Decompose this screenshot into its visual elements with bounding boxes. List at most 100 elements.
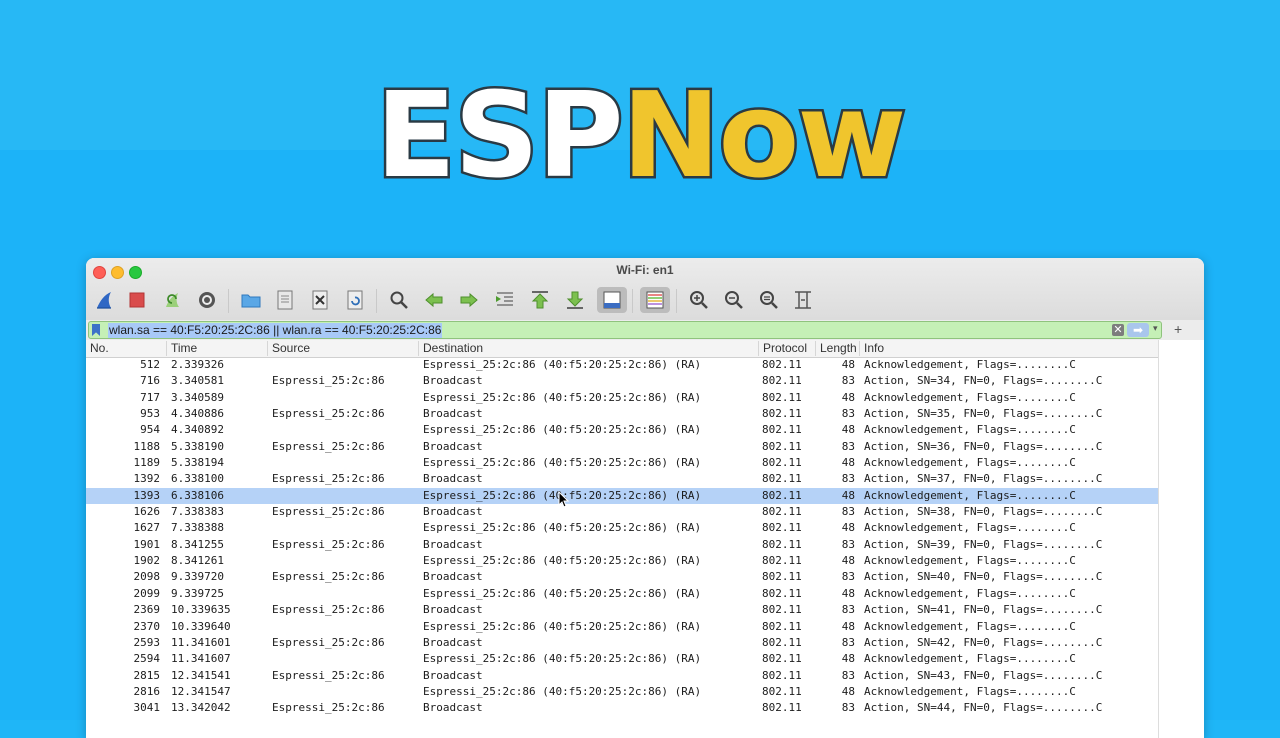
main-toolbar	[92, 287, 1192, 315]
packet-time: 12.341547	[171, 684, 231, 698]
packet-protocol: 802.11	[762, 423, 802, 437]
forward-arrow-icon[interactable]	[456, 287, 482, 313]
packet-protocol: 802.11	[762, 586, 802, 600]
toolbar-separator	[632, 289, 633, 313]
packet-row[interactable]: 1393 6.338106 Espressi_25:2c:86 (40:f5:20:…	[86, 487, 1158, 505]
last-packet-icon[interactable]	[562, 287, 588, 313]
stop-icon[interactable]	[124, 287, 150, 313]
packet-list-side-panel	[1158, 340, 1190, 738]
packet-row[interactable]: 1392 6.338100 Espressi_25:2c:86 Broadcast 80…	[86, 471, 1158, 487]
packet-protocol: 802.11	[762, 488, 802, 502]
packet-number: 1188	[133, 439, 161, 453]
packet-row[interactable]: 512 2.339326 Espressi_25:2c:86 (40:f5:20:2…	[86, 357, 1158, 373]
column-header-protocol[interactable]: Protocol	[758, 341, 815, 356]
packet-length: 83	[841, 537, 855, 551]
packet-row[interactable]: 1627 7.338388 Espressi_25:2c:86 (40:f5:20:…	[86, 520, 1158, 536]
packet-source: Espressi_25:2c:86	[272, 472, 385, 486]
packet-list-scrollbar[interactable]	[1189, 340, 1204, 738]
packet-number: 2593	[133, 635, 161, 649]
packet-info: Action, SN=44, FN=0, Flags=........C	[864, 701, 1103, 715]
autoscroll-icon[interactable]	[597, 287, 627, 313]
column-header-source[interactable]: Source	[267, 341, 418, 356]
packet-row[interactable]: 716 3.340581 Espressi_25:2c:86 Broadcast 802…	[86, 373, 1158, 389]
packet-destination: Espressi_25:2c:86 (40:f5:20:25:2c:86) (R…	[423, 652, 702, 666]
packet-row[interactable]: 2370 10.339640 Espressi_25:2c:86 (40:f5:20…	[86, 619, 1158, 635]
packet-number: 2099	[133, 586, 161, 600]
packet-row[interactable]: 1189 5.338194 Espressi_25:2c:86 (40:f5:20:…	[86, 455, 1158, 471]
packet-protocol: 802.11	[762, 684, 802, 698]
packet-destination: Broadcast	[423, 505, 483, 519]
packet-row[interactable]: 1626 7.338383 Espressi_25:2c:86 Broadcast 80…	[86, 504, 1158, 520]
zoom-normal-icon[interactable]	[756, 287, 782, 313]
reload-icon[interactable]	[342, 287, 368, 313]
column-header-length[interactable]: Length	[815, 341, 859, 356]
column-header-time[interactable]: Time	[166, 341, 268, 356]
wireshark-window: Wi-Fi: en1 wlan.sa == 40:F5:20:25:2C:86 …	[86, 258, 1204, 738]
apply-filter-icon[interactable]: ➡	[1127, 323, 1149, 337]
display-filter-input[interactable]: wlan.sa == 40:F5:20:25:2C:86 || wlan.ra …	[88, 321, 1162, 339]
first-packet-icon[interactable]	[527, 287, 553, 313]
packet-source: Espressi_25:2c:86	[272, 505, 385, 519]
packet-row[interactable]: 2593 11.341601 Espressi_25:2c:86 Broadcast 8…	[86, 635, 1158, 651]
back-arrow-icon[interactable]	[421, 287, 447, 313]
close-file-icon[interactable]	[307, 287, 333, 313]
packet-number: 1392	[133, 472, 161, 486]
packet-info: Action, SN=43, FN=0, Flags=........C	[864, 668, 1103, 682]
shark-fin-icon[interactable]	[92, 287, 118, 313]
packet-length: 83	[841, 374, 855, 388]
packet-destination: Broadcast	[423, 668, 483, 682]
packet-info: Action, SN=39, FN=0, Flags=........C	[864, 537, 1103, 551]
packet-protocol: 802.11	[762, 619, 802, 633]
column-header-info[interactable]: Info	[859, 341, 1158, 356]
packet-info: Acknowledgement, Flags=........C	[864, 554, 1076, 568]
packet-number: 3041	[133, 701, 161, 715]
packet-row[interactable]: 3041 13.342042 Espressi_25:2c:86 Broadcast 8…	[86, 700, 1158, 716]
packet-row[interactable]: 2816 12.341547 Espressi_25:2c:86 (40:f5:20…	[86, 684, 1158, 700]
packet-protocol: 802.11	[762, 374, 802, 388]
zoom-out-icon[interactable]	[721, 287, 747, 313]
packet-row[interactable]: 2594 11.341607 Espressi_25:2c:86 (40:f5:20…	[86, 651, 1158, 667]
find-icon[interactable]	[386, 287, 412, 313]
packet-row[interactable]: 954 4.340892 Espressi_25:2c:86 (40:f5:20:2…	[86, 422, 1158, 438]
column-header-destination[interactable]: Destination	[418, 341, 758, 356]
packet-row[interactable]: 2369 10.339635 Espressi_25:2c:86 Broadcast 8…	[86, 602, 1158, 618]
packet-row[interactable]: 2099 9.339725 Espressi_25:2c:86 (40:f5:20:…	[86, 586, 1158, 602]
clear-filter-icon[interactable]: ✕	[1112, 324, 1124, 336]
packet-time: 2.339326	[171, 358, 224, 371]
packet-time: 9.339720	[171, 570, 224, 584]
packet-row[interactable]: 1902 8.341261 Espressi_25:2c:86 (40:f5:20:…	[86, 553, 1158, 569]
colorize-icon[interactable]	[640, 287, 670, 313]
packet-row[interactable]: 1901 8.341255 Espressi_25:2c:86 Broadcast 80…	[86, 537, 1158, 553]
packet-number: 1626	[133, 505, 161, 519]
toolbar-separator	[676, 289, 677, 313]
options-gear-icon[interactable]	[194, 287, 220, 313]
packet-list: 512 2.339326 Espressi_25:2c:86 (40:f5:20:2…	[86, 357, 1158, 737]
packet-row[interactable]: 717 3.340589 Espressi_25:2c:86 (40:f5:20:2…	[86, 390, 1158, 406]
save-file-icon[interactable]	[272, 287, 298, 313]
resize-columns-icon[interactable]	[790, 287, 816, 313]
packet-protocol: 802.11	[762, 668, 802, 682]
packet-source: Espressi_25:2c:86	[272, 374, 385, 388]
packet-row[interactable]: 1188 5.338190 Espressi_25:2c:86 Broadcast 80…	[86, 439, 1158, 455]
packet-row[interactable]: 2815 12.341541 Espressi_25:2c:86 Broadcast 8…	[86, 668, 1158, 684]
packet-number: 716	[140, 374, 160, 388]
packet-destination: Espressi_25:2c:86 (40:f5:20:25:2c:86) (R…	[423, 423, 702, 437]
column-header-no[interactable]: No.	[86, 341, 165, 356]
restart-icon[interactable]	[160, 287, 186, 313]
packet-length: 48	[841, 488, 855, 502]
packet-info: Acknowledgement, Flags=........C	[864, 652, 1076, 666]
add-filter-button[interactable]: +	[1174, 321, 1182, 337]
packet-protocol: 802.11	[762, 635, 802, 649]
filter-history-dropdown-icon[interactable]: ▾	[1153, 323, 1158, 334]
open-folder-icon[interactable]	[238, 287, 264, 313]
packet-row[interactable]: 953 4.340886 Espressi_25:2c:86 Broadcast 802…	[86, 406, 1158, 422]
bookmark-icon[interactable]	[92, 324, 100, 336]
packet-row[interactable]: 2098 9.339720 Espressi_25:2c:86 Broadcast 80…	[86, 569, 1158, 585]
zoom-in-icon[interactable]	[686, 287, 712, 313]
packet-time: 7.338383	[171, 505, 224, 519]
display-filter-text[interactable]: wlan.sa == 40:F5:20:25:2C:86 || wlan.ra …	[108, 323, 443, 338]
go-to-packet-icon[interactable]	[492, 287, 518, 313]
packet-protocol: 802.11	[762, 390, 802, 404]
toolbar-separator	[228, 289, 229, 313]
packet-info: Acknowledgement, Flags=........C	[864, 684, 1076, 698]
